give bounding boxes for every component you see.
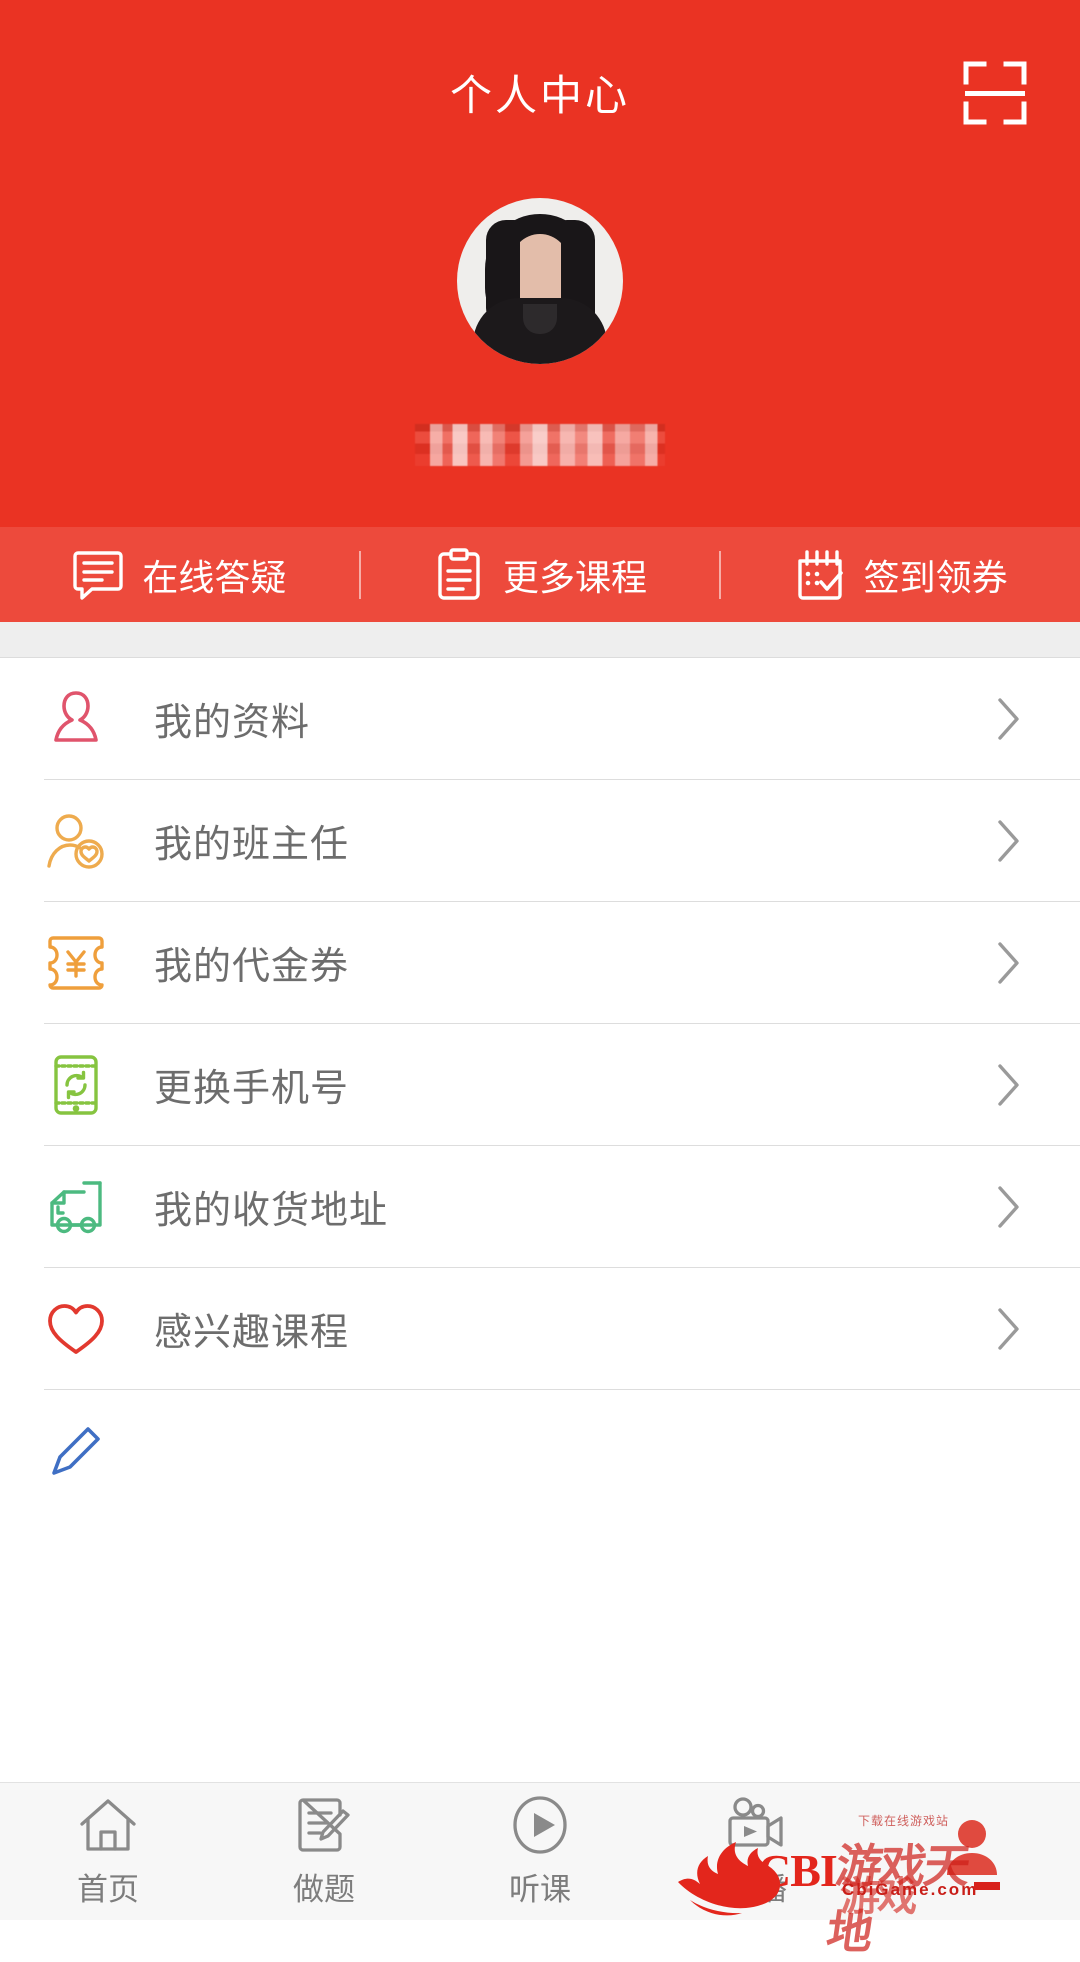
quick-action-online-qa[interactable]: 在线答疑	[0, 527, 359, 622]
chevron-right-icon	[996, 1062, 1022, 1108]
chevron-right-icon	[996, 940, 1022, 986]
menu-item-label: 我的收货地址	[154, 1190, 389, 1232]
note-pencil-icon	[293, 1794, 355, 1856]
settings-menu-list: 我的资料 我的班主任 我的代金券 更换手机号 我的收货地址 感兴趣课程	[0, 658, 1080, 1511]
person-outline-icon	[44, 687, 108, 751]
tab-label: 直播	[725, 1872, 787, 1907]
person-solid-icon	[941, 1817, 1003, 1879]
menu-item-label: 我的班主任	[154, 824, 350, 866]
scan-qr-icon[interactable]	[962, 60, 1028, 126]
quick-action-label: 签到领券	[863, 556, 1008, 598]
section-gap	[0, 622, 1080, 658]
tab-label: 首页	[77, 1872, 139, 1907]
menu-item-partial[interactable]	[0, 1390, 1080, 1511]
menu-item-label: 更换手机号	[154, 1068, 350, 1110]
quick-action-checkin-coupon[interactable]: 签到领券	[721, 527, 1080, 622]
username-redacted	[415, 424, 665, 466]
heart-outline-icon	[44, 1297, 108, 1361]
menu-item-change-phone[interactable]: 更换手机号	[0, 1024, 1080, 1145]
menu-item-my-vouchers[interactable]: 我的代金券	[0, 902, 1080, 1023]
clipboard-list-icon	[433, 547, 485, 603]
chevron-right-icon	[996, 1184, 1022, 1230]
pen-icon	[44, 1419, 108, 1483]
chevron-right-icon	[996, 818, 1022, 864]
chevron-right-icon	[996, 696, 1022, 742]
menu-item-my-class-teacher[interactable]: 我的班主任	[0, 780, 1080, 901]
menu-item-label: 我的代金券	[154, 946, 350, 988]
calendar-check-icon	[794, 547, 846, 603]
delivery-truck-icon	[44, 1175, 108, 1239]
avatar-photo	[457, 198, 623, 364]
menu-item-my-profile[interactable]: 我的资料	[0, 658, 1080, 779]
navigation-bar: 个人中心	[0, 40, 1080, 145]
menu-item-delivery-address[interactable]: 我的收货地址	[0, 1146, 1080, 1267]
chat-question-icon	[72, 547, 124, 603]
avatar[interactable]	[457, 198, 623, 364]
bottom-tab-bar: 首页 做题 听课 直播	[0, 1782, 1080, 1920]
quick-action-bar: 在线答疑 更多课程 签到领券	[0, 527, 1080, 622]
menu-item-interested-courses[interactable]: 感兴趣课程	[0, 1268, 1080, 1389]
menu-item-label: 我的资料	[154, 702, 311, 744]
menu-item-label: 感兴趣课程	[154, 1312, 350, 1354]
tab-mine[interactable]	[864, 1783, 1080, 1920]
tab-label: 听课	[509, 1872, 571, 1907]
play-circle-icon	[509, 1794, 571, 1856]
tab-practice[interactable]: 做题	[216, 1783, 432, 1920]
tab-home[interactable]: 首页	[0, 1783, 216, 1920]
avatar-collar	[523, 304, 557, 334]
quick-action-more-courses[interactable]: 更多课程	[361, 527, 720, 622]
status-bar	[0, 0, 1080, 40]
person-heart-icon	[44, 809, 108, 873]
quick-action-label: 更多课程	[503, 556, 648, 598]
chevron-right-icon	[996, 1306, 1022, 1352]
home-icon	[77, 1794, 139, 1856]
phone-refresh-icon	[44, 1053, 108, 1117]
quick-action-label: 在线答疑	[142, 556, 287, 598]
pixelation-mask	[415, 424, 665, 466]
profile-header: 个人中心	[0, 0, 1080, 527]
tab-live[interactable]: 直播	[648, 1783, 864, 1920]
page-title: 个人中心	[449, 72, 630, 119]
ticket-yen-icon	[44, 931, 108, 995]
tab-label: 做题	[293, 1872, 355, 1907]
video-camera-icon	[725, 1794, 787, 1856]
tab-listen[interactable]: 听课	[432, 1783, 648, 1920]
